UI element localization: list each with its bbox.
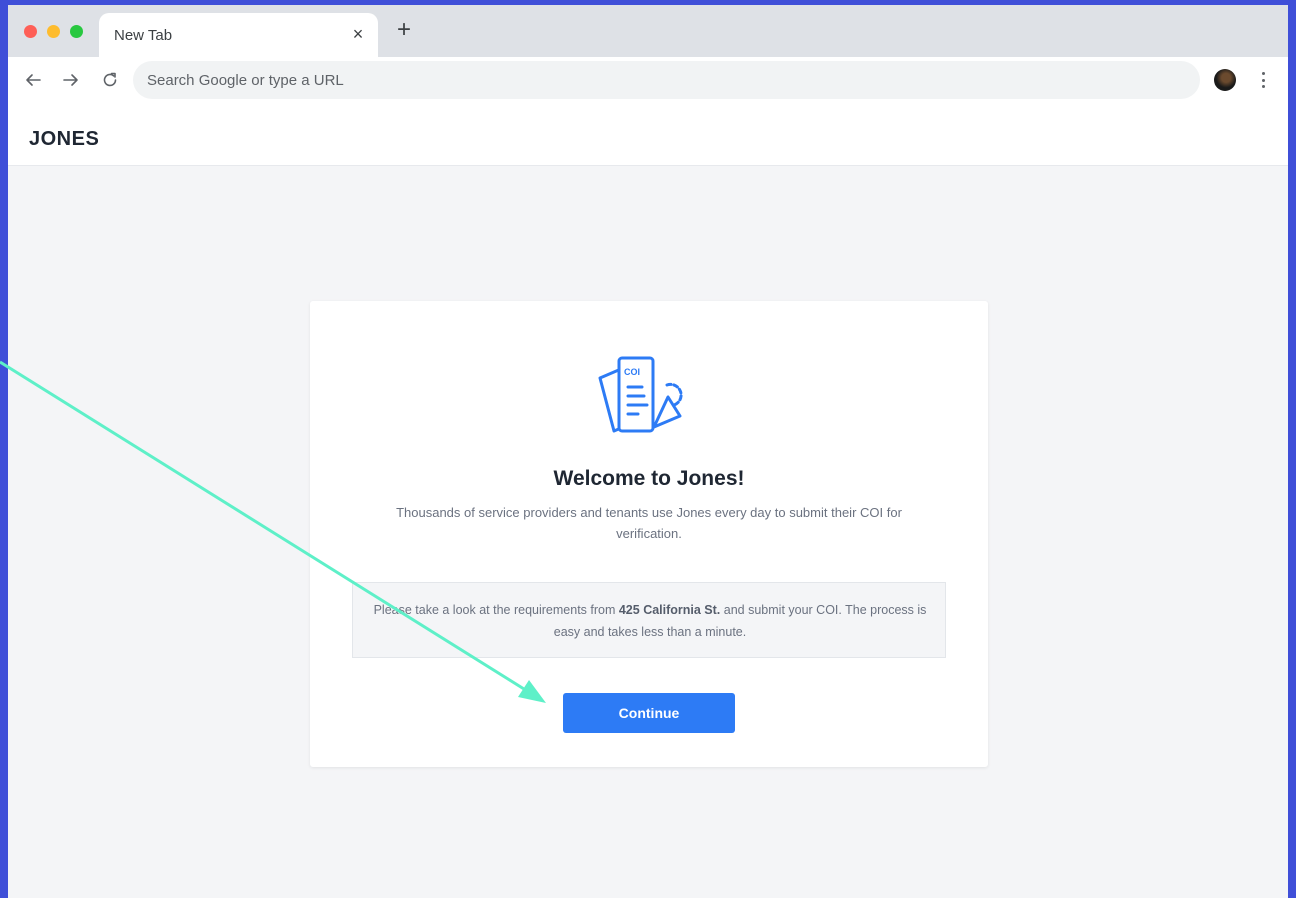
address-bar-placeholder: Search Google or type a URL	[147, 72, 344, 89]
continue-button[interactable]: Continue	[563, 693, 735, 733]
tab-title: New Tab	[114, 27, 173, 44]
tab-strip: New Tab × +	[8, 5, 1288, 57]
requirements-info-box: Please take a look at the requirements f…	[352, 582, 946, 658]
new-tab-button[interactable]: +	[392, 18, 416, 42]
maximize-window-button[interactable]	[70, 25, 83, 38]
app-header: JONES	[8, 105, 1288, 166]
welcome-subtitle: Thousands of service providers and tenan…	[396, 505, 902, 541]
browser-window: New Tab × + Search Google or type a URL …	[8, 5, 1288, 898]
close-window-button[interactable]	[24, 25, 37, 38]
more-menu-icon[interactable]	[1255, 68, 1271, 92]
minimize-window-button[interactable]	[47, 25, 60, 38]
browser-toolbar: Search Google or type a URL	[8, 57, 1288, 105]
requirements-text-before: Please take a look at the requirements f…	[373, 603, 619, 617]
profile-avatar[interactable]	[1214, 69, 1236, 91]
coi-document-icon: COI	[598, 356, 683, 433]
property-name: 425 California St.	[618, 603, 721, 617]
welcome-card: COI Welcome to Jones! Thousands of servi…	[310, 301, 988, 767]
requirements-text: Please take a look at the requirements f…	[373, 599, 927, 643]
address-bar[interactable]: Search Google or type a URL	[133, 61, 1200, 99]
forward-arrow-icon[interactable]	[60, 69, 82, 91]
jones-logo[interactable]: JONES	[29, 128, 99, 151]
close-tab-icon[interactable]: ×	[348, 24, 368, 44]
tab-new-tab[interactable]: New Tab ×	[99, 13, 378, 57]
welcome-title: Welcome to Jones!	[553, 467, 745, 490]
coi-label: COI	[624, 367, 640, 377]
reload-icon[interactable]	[99, 69, 121, 91]
back-arrow-icon[interactable]	[22, 69, 44, 91]
